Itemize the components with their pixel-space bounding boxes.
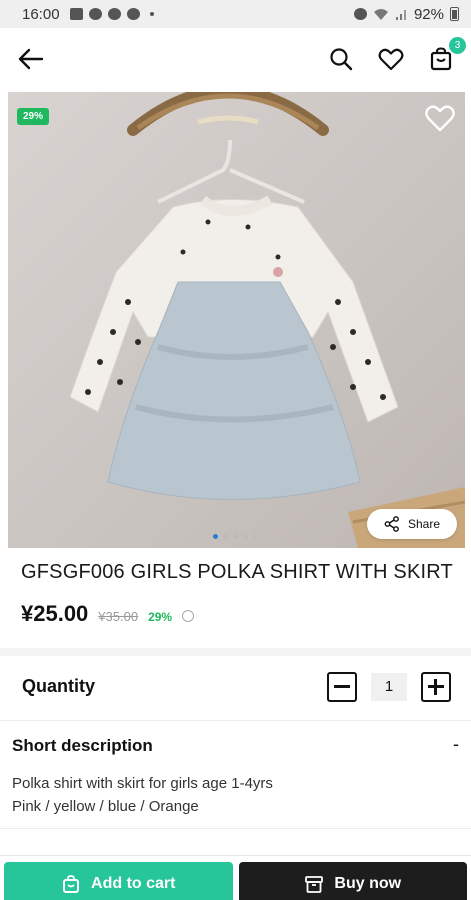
alarm-icon bbox=[353, 8, 367, 20]
whatsapp-icon bbox=[107, 8, 121, 20]
app-bar: 3 bbox=[0, 28, 471, 90]
carousel-dot[interactable] bbox=[233, 534, 238, 539]
product-title: GFSGF006 GIRLS POLKA SHIRT WITH SKIRT bbox=[21, 561, 453, 583]
current-price: ¥25.00 bbox=[21, 601, 89, 626]
product-photo bbox=[69, 92, 465, 548]
product-image-carousel[interactable]: 29% Share bbox=[8, 92, 465, 548]
carousel-indicator bbox=[0, 534, 471, 539]
carousel-dot[interactable] bbox=[213, 534, 218, 539]
more-notifications-icon bbox=[149, 12, 154, 16]
wishlist-heart-icon[interactable] bbox=[423, 102, 457, 134]
wechat-icon bbox=[88, 8, 102, 20]
cart-count-badge: 3 bbox=[449, 37, 466, 54]
buy-now-button[interactable]: Buy now bbox=[238, 862, 467, 900]
carousel-dot[interactable] bbox=[243, 534, 248, 539]
decrease-quantity-button[interactable] bbox=[327, 672, 357, 702]
info-icon[interactable] bbox=[182, 610, 195, 622]
add-to-cart-button[interactable]: Add to cart bbox=[4, 862, 233, 900]
notification-icons bbox=[69, 8, 154, 20]
status-bar: 16:00 92% bbox=[0, 0, 471, 28]
discount-percent: 29% bbox=[148, 610, 173, 624]
quantity-stepper: 1 bbox=[327, 672, 451, 702]
wifi-icon bbox=[373, 8, 388, 20]
short-description-title[interactable]: Short description bbox=[12, 736, 153, 756]
archive-box-icon bbox=[305, 876, 324, 893]
description-line: Pink / yellow / blue / Orange bbox=[12, 798, 199, 815]
heart-icon[interactable] bbox=[377, 45, 405, 73]
increase-quantity-button[interactable] bbox=[421, 672, 451, 702]
discount-badge: 29% bbox=[17, 108, 50, 125]
share-label: Share bbox=[407, 517, 441, 531]
cart-button[interactable]: 3 bbox=[427, 37, 466, 73]
cart-add-icon bbox=[63, 875, 80, 893]
image-icon bbox=[69, 8, 83, 20]
original-price: ¥35.00 bbox=[98, 609, 139, 624]
skype-icon bbox=[126, 8, 140, 20]
search-icon[interactable] bbox=[327, 45, 355, 73]
quantity-value[interactable]: 1 bbox=[371, 673, 407, 701]
collapse-toggle[interactable]: - bbox=[453, 734, 459, 755]
quantity-label: Quantity bbox=[22, 676, 96, 696]
add-to-cart-label: Add to cart bbox=[91, 875, 176, 892]
carousel-dot[interactable] bbox=[253, 534, 258, 539]
status-time: 16:00 bbox=[22, 5, 60, 23]
system-icons: 92% bbox=[353, 5, 459, 23]
divider bbox=[0, 648, 471, 656]
signal-icon bbox=[395, 9, 406, 20]
app-bar-actions: 3 bbox=[327, 37, 466, 73]
carousel-dot[interactable] bbox=[223, 534, 228, 539]
buy-now-label: Buy now bbox=[334, 875, 402, 892]
bottom-action-bar: Add to cart Buy now bbox=[0, 855, 471, 900]
divider bbox=[0, 828, 471, 829]
back-arrow-icon[interactable] bbox=[18, 47, 44, 71]
description-line: Polka shirt with skirt for girls age 1-4… bbox=[12, 775, 273, 792]
divider bbox=[0, 720, 471, 721]
share-icon bbox=[384, 516, 399, 532]
price-row: ¥25.00 ¥35.00 29% bbox=[21, 601, 195, 627]
battery-icon bbox=[450, 7, 459, 21]
short-description-body: Polka shirt with skirt for girls age 1-4… bbox=[12, 772, 273, 818]
battery-percent: 92% bbox=[413, 5, 444, 23]
